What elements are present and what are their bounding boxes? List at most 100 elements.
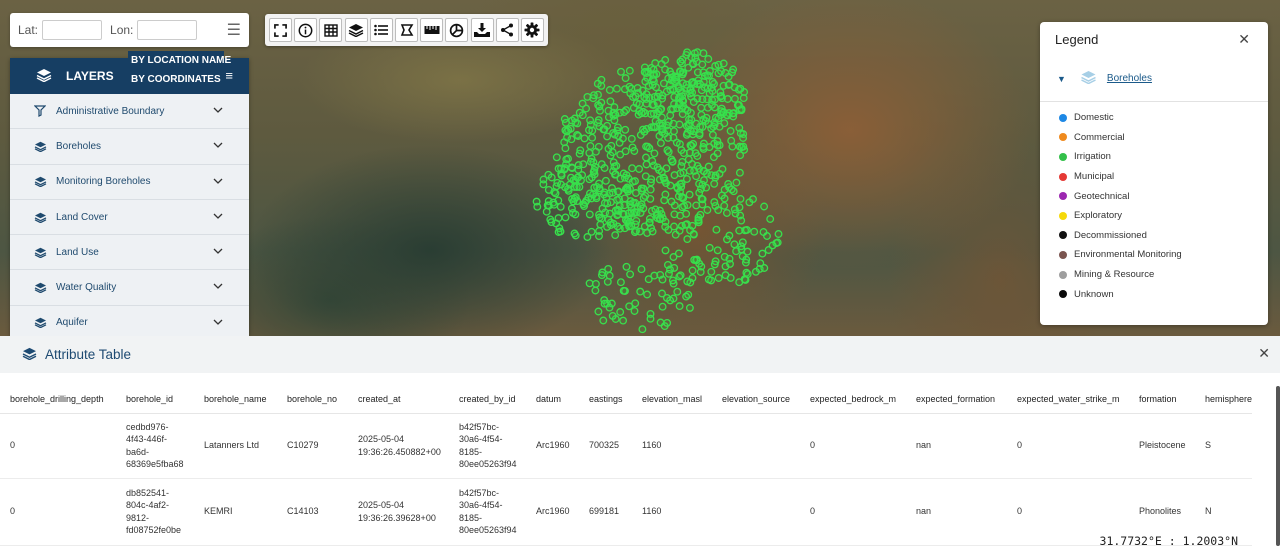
borehole-marker[interactable] [637, 186, 646, 195]
borehole-marker[interactable] [759, 228, 768, 236]
borehole-marker[interactable] [751, 267, 760, 276]
borehole-marker[interactable] [690, 255, 699, 264]
borehole-marker[interactable] [606, 97, 615, 106]
borehole-marker[interactable] [560, 115, 569, 123]
download-button[interactable] [470, 18, 494, 42]
borehole-marker[interactable] [620, 194, 629, 203]
borehole-marker[interactable] [642, 142, 651, 151]
borehole-marker[interactable] [612, 84, 621, 93]
borehole-marker[interactable] [695, 179, 704, 188]
collapse-panel-icon[interactable]: ≡ [225, 68, 233, 83]
borehole-marker[interactable] [571, 210, 580, 219]
borehole-marker[interactable] [666, 67, 674, 76]
column-header[interactable]: formation [1129, 386, 1195, 414]
borehole-marker[interactable] [664, 269, 673, 278]
borehole-marker[interactable] [689, 230, 698, 239]
borehole-marker[interactable] [656, 139, 665, 148]
borehole-marker[interactable] [552, 153, 561, 162]
borehole-marker[interactable] [594, 116, 603, 125]
borehole-marker[interactable] [554, 228, 563, 236]
borehole-marker[interactable] [714, 206, 723, 215]
borehole-marker[interactable] [662, 164, 671, 173]
close-icon[interactable]: ✕ [1238, 31, 1250, 48]
borehole-marker[interactable] [713, 246, 722, 255]
borehole-marker[interactable] [601, 176, 610, 185]
borehole-marker[interactable] [589, 91, 598, 100]
borehole-marker[interactable] [749, 195, 757, 204]
column-header[interactable]: elevation_masl [632, 386, 712, 414]
borehole-marker[interactable] [685, 166, 694, 175]
borehole-marker[interactable] [688, 88, 697, 97]
settings-gear-button[interactable] [520, 18, 544, 42]
close-icon[interactable]: ✕ [1258, 345, 1270, 362]
column-header[interactable]: expected_water_strike_m [1007, 386, 1129, 414]
legend-layer-row[interactable]: ▼ Boreholes [1040, 56, 1268, 102]
borehole-marker[interactable] [655, 215, 664, 224]
borehole-marker[interactable] [646, 178, 655, 187]
borehole-marker[interactable] [576, 146, 585, 155]
borehole-marker[interactable] [631, 177, 639, 186]
borehole-marker[interactable] [728, 109, 737, 118]
borehole-marker[interactable] [760, 264, 769, 272]
borehole-marker[interactable] [642, 153, 650, 162]
borehole-marker[interactable] [634, 89, 643, 98]
borehole-marker[interactable] [617, 67, 625, 76]
borehole-marker[interactable] [635, 165, 644, 173]
lat-input[interactable] [42, 20, 103, 40]
borehole-marker[interactable] [661, 190, 670, 199]
borehole-marker[interactable] [730, 240, 739, 249]
borehole-marker[interactable] [723, 235, 731, 244]
borehole-marker[interactable] [682, 130, 691, 139]
borehole-marker[interactable] [666, 181, 675, 190]
borehole-marker[interactable] [587, 173, 596, 182]
borehole-marker[interactable] [667, 197, 676, 206]
borehole-marker[interactable] [631, 299, 640, 308]
borehole-marker[interactable] [658, 125, 666, 134]
lon-input[interactable] [137, 20, 198, 40]
borehole-marker[interactable] [682, 209, 691, 218]
borehole-marker[interactable] [720, 119, 729, 128]
borehole-marker[interactable] [735, 278, 744, 287]
borehole-marker[interactable] [646, 110, 655, 118]
column-header[interactable]: borehole_name [194, 386, 277, 414]
borehole-marker[interactable] [611, 110, 620, 119]
borehole-marker[interactable] [590, 166, 599, 174]
borehole-marker[interactable] [758, 249, 767, 258]
borehole-marker[interactable] [611, 206, 620, 215]
borehole-marker[interactable] [637, 109, 646, 118]
column-header[interactable]: expected_bedrock_m [800, 386, 906, 414]
borehole-marker[interactable] [542, 207, 551, 216]
borehole-marker[interactable] [699, 49, 708, 58]
borehole-marker[interactable] [586, 189, 594, 198]
borehole-marker[interactable] [605, 303, 614, 312]
borehole-marker[interactable] [737, 216, 746, 225]
borehole-marker[interactable] [651, 205, 660, 214]
borehole-marker[interactable] [574, 161, 583, 170]
chevron-down-icon[interactable] [213, 141, 223, 152]
borehole-marker[interactable] [657, 105, 666, 113]
borehole-marker[interactable] [613, 187, 622, 196]
borehole-marker[interactable] [704, 162, 713, 171]
borehole-marker[interactable] [670, 127, 678, 136]
borehole-marker[interactable] [616, 308, 625, 316]
borehole-marker[interactable] [656, 318, 665, 327]
borehole-marker[interactable] [619, 169, 628, 178]
borehole-marker[interactable] [724, 180, 733, 188]
borehole-marker[interactable] [735, 168, 744, 177]
borehole-marker[interactable] [678, 92, 687, 101]
borehole-marker[interactable] [760, 202, 769, 211]
borehole-marker[interactable] [569, 197, 578, 206]
chevron-down-icon[interactable] [213, 247, 223, 258]
borehole-marker[interactable] [663, 260, 672, 269]
borehole-marker[interactable] [663, 318, 672, 327]
borehole-marker[interactable] [547, 173, 556, 182]
borehole-marker[interactable] [710, 179, 719, 188]
borehole-marker[interactable] [683, 235, 692, 244]
borehole-marker[interactable] [658, 302, 667, 311]
borehole-marker[interactable] [640, 127, 649, 136]
borehole-marker[interactable] [620, 224, 629, 233]
column-header[interactable]: expected_formation [906, 386, 1007, 414]
borehole-marker[interactable] [544, 185, 553, 194]
borehole-marker[interactable] [648, 157, 657, 165]
borehole-marker[interactable] [557, 180, 565, 189]
